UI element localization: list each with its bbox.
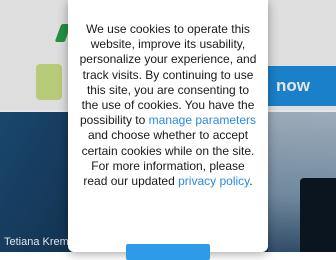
cookie-consent-text: We use cookies to operate this website, … <box>78 22 258 189</box>
cookie-consent-dialog: We use cookies to operate this website, … <box>68 0 268 260</box>
accept-cookies-button[interactable] <box>126 244 210 260</box>
cookie-text-part3: . <box>249 174 253 189</box>
cookie-text-part1: We use cookies to operate this website, … <box>79 22 257 128</box>
privacy-policy-link[interactable]: privacy policy <box>178 174 249 188</box>
manage-parameters-link[interactable]: manage parameters <box>149 113 256 127</box>
